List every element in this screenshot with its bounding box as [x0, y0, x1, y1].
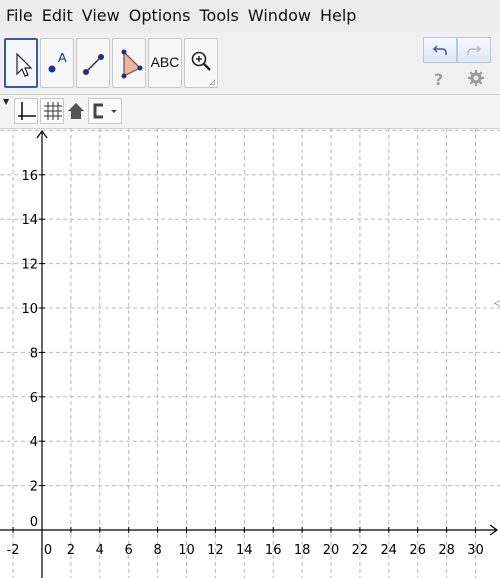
point-capture-dropdown[interactable] — [88, 98, 122, 124]
segment-icon — [83, 54, 104, 75]
triangle-icon — [121, 49, 143, 79]
y-tick-label: 10 — [21, 302, 38, 317]
y-tick-label: 16 — [21, 169, 38, 184]
tool-menu-corner-icon: ◿ — [209, 78, 215, 86]
menu-edit[interactable]: Edit — [36, 0, 76, 32]
help-icon[interactable]: ? — [434, 70, 443, 89]
graphics-view[interactable]: -2 0 2 4 6 8 10 12 14 16 18 20 22 24 26 28 3002468101214… — [0, 128, 500, 578]
axes — [0, 129, 499, 578]
y-tick-label: 0 — [30, 515, 38, 530]
stylebar-menu-arrow-icon[interactable]: ▼ — [3, 97, 9, 106]
style-bar: ▼ — [0, 95, 500, 129]
point-tool-button[interactable]: A — [40, 38, 74, 88]
arrow-cursor-icon — [16, 52, 33, 77]
x-tick-label: 20 — [323, 543, 340, 558]
menu-file[interactable]: File — [0, 0, 36, 32]
x-tick-label: 22 — [352, 543, 369, 558]
point-a-icon: A — [48, 50, 67, 73]
undo-redo-group — [423, 37, 493, 63]
menu-options[interactable]: Options — [123, 0, 194, 32]
text-abc-icon: ABC — [150, 54, 180, 70]
menu-tools[interactable]: Tools — [193, 0, 241, 32]
x-tick-label: 6 — [125, 543, 133, 558]
redo-button[interactable] — [457, 37, 491, 63]
x-tick-label: 4 — [96, 543, 104, 558]
y-tick-label: 14 — [21, 213, 38, 228]
axes-toggle-icon — [18, 102, 36, 120]
move-tool-button[interactable] — [4, 38, 38, 88]
gear-icon[interactable] — [467, 69, 485, 91]
x-tick-label: 12 — [207, 543, 224, 558]
menu-window[interactable]: Window — [242, 0, 314, 32]
menu-view[interactable]: View — [76, 0, 123, 32]
y-tick-label: 2 — [30, 480, 38, 495]
menu-help[interactable]: Help — [314, 0, 359, 32]
y-tick-label: 8 — [30, 346, 38, 361]
show-grid-toggle[interactable] — [40, 98, 64, 124]
x-tick-label: 14 — [236, 543, 253, 558]
toolbar: A ABC ◿ ? — [0, 32, 500, 95]
menu-bar: File Edit View Options Tools Window Help — [0, 0, 500, 32]
zoom-in-icon — [191, 51, 211, 71]
x-tick-label: 10 — [178, 543, 195, 558]
grid — [0, 128, 500, 578]
undo-button[interactable] — [423, 37, 457, 63]
x-tick-label: 30 — [467, 543, 484, 558]
text-tool-button[interactable]: ABC — [148, 38, 182, 88]
y-tick-label: 12 — [21, 258, 38, 273]
polygon-tool-button[interactable] — [112, 38, 146, 88]
zoom-tool-button[interactable]: ◿ — [184, 38, 218, 88]
y-tick-label: 4 — [30, 435, 38, 450]
point-tool-letter: A — [58, 50, 67, 65]
x-tick-label: 26 — [409, 543, 426, 558]
x-tick-label: 28 — [438, 543, 455, 558]
home-icon[interactable] — [67, 102, 85, 124]
x-tick-label: 8 — [153, 543, 161, 558]
view-splitter-handle[interactable]: ◁ — [494, 298, 500, 309]
y-tick-label: 6 — [30, 391, 38, 406]
x-tick-label: 2 — [67, 543, 75, 558]
undo-icon — [432, 45, 447, 55]
grid-toggle-icon — [44, 102, 62, 120]
redo-icon — [467, 45, 482, 55]
x-tick-label: 24 — [381, 543, 398, 558]
tick-labels: -2 0 2 4 6 8 10 12 14 16 18 20 22 24 26 28 3002468101214… — [7, 169, 484, 558]
show-axes-toggle[interactable] — [14, 98, 38, 124]
point-capture-icon — [93, 103, 117, 119]
x-tick-label: -2 — [7, 543, 20, 558]
x-tick-label: 0 — [44, 543, 52, 558]
x-tick-label: 16 — [265, 543, 282, 558]
x-tick-label: 18 — [294, 543, 311, 558]
segment-tool-button[interactable] — [76, 38, 110, 88]
